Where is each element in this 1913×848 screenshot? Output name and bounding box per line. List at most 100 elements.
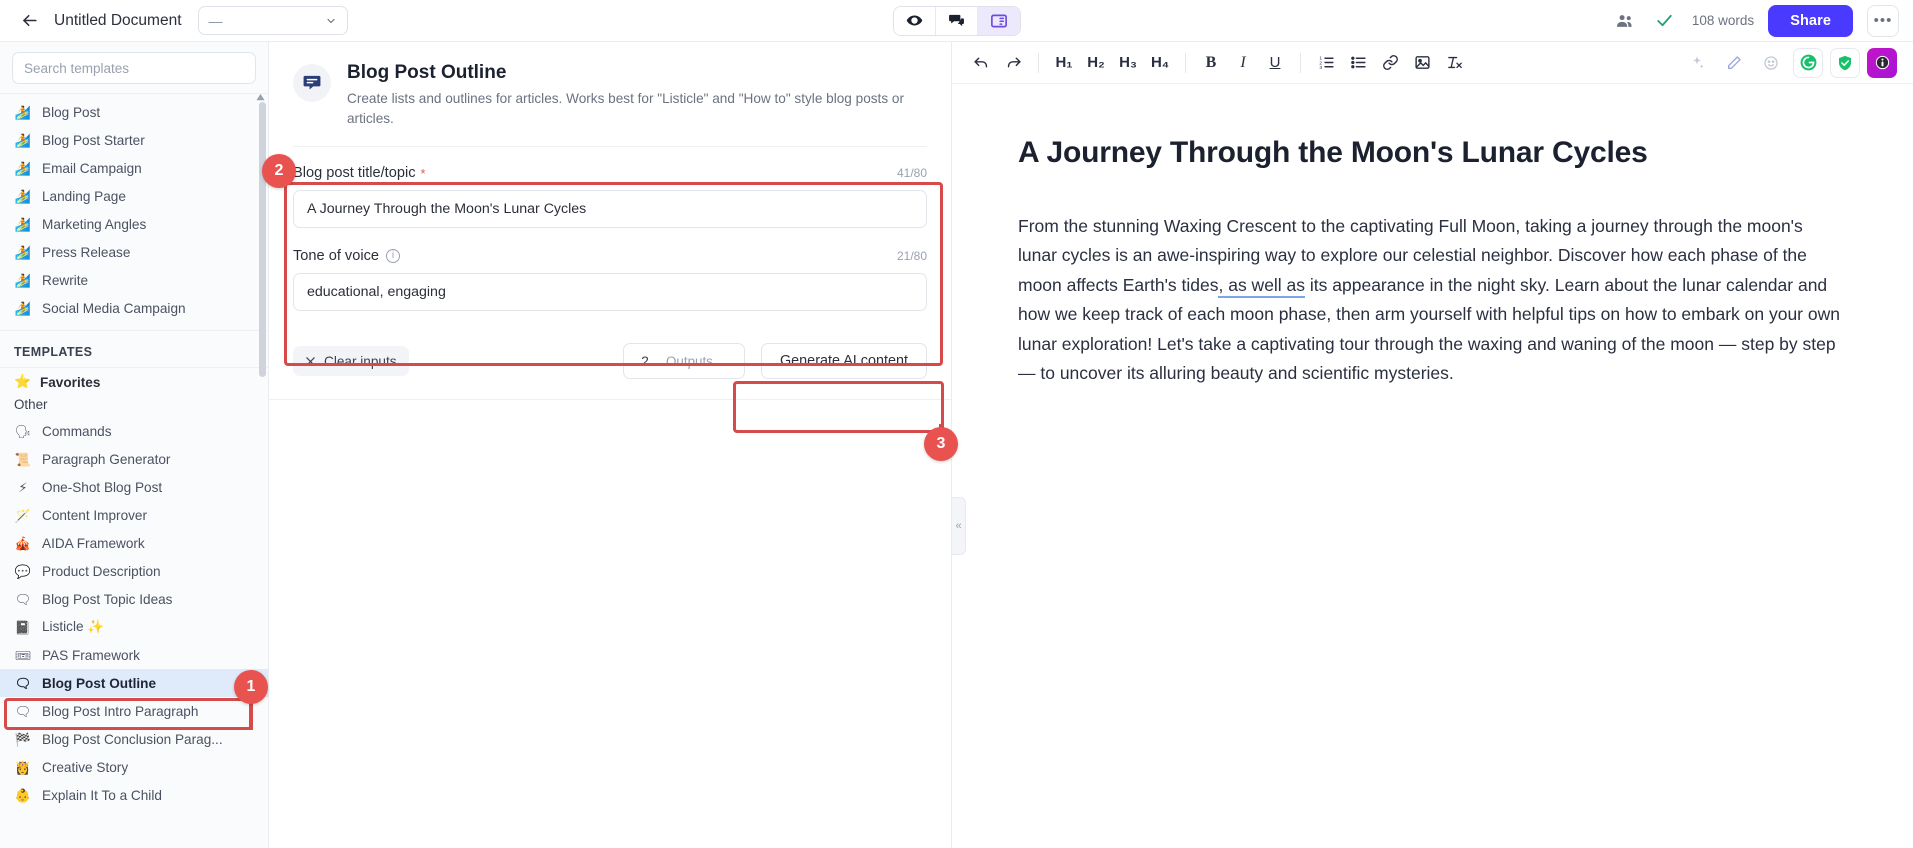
surfer-icon: 🏄 — [14, 272, 32, 288]
clear-format-icon[interactable] — [1439, 49, 1469, 77]
sidebar-item-email-campaign[interactable]: 🏄 Email Campaign — [0, 154, 268, 182]
form-actions: Clear inputs 2 Outputs Generate AI conte… — [269, 331, 951, 397]
view-mode-toggle[interactable] — [892, 5, 1021, 36]
sidebar-item-commands[interactable]: 🗣 Commands — [0, 417, 268, 445]
sidebar-item-blog-post-conclusion-paragraph[interactable]: 🏁 Blog Post Conclusion Parag... — [0, 725, 268, 753]
sidebar-item-pas-framework[interactable]: 🎟 PAS Framework — [0, 641, 268, 669]
toolbar-divider — [1300, 52, 1301, 73]
heading-4-button[interactable]: H₄ — [1145, 49, 1175, 77]
sidebar-item-label: Blog Post — [42, 104, 101, 120]
underline-button[interactable]: U — [1260, 49, 1290, 77]
bold-button[interactable]: B — [1196, 49, 1226, 77]
sidebar-item-paragraph-generator[interactable]: 📜 Paragraph Generator — [0, 445, 268, 473]
info-badge-icon[interactable] — [1867, 47, 1897, 78]
collaborators-icon[interactable] — [1612, 8, 1638, 34]
sidebar-item-blog-post-starter[interactable]: 🏄 Blog Post Starter — [0, 126, 268, 154]
templates-section-title: TEMPLATES — [0, 330, 268, 367]
field-label-row: Blog post title/topic * 41/80 — [293, 165, 927, 181]
favorites-list: 🏄 Blog Post 🏄 Blog Post Starter 🏄 Email … — [0, 94, 268, 322]
sidebar-item-product-description[interactable]: 💬 Product Description — [0, 557, 268, 585]
info-icon[interactable]: i — [386, 249, 400, 264]
document-paragraph[interactable]: From the stunning Waxing Crescent to the… — [1018, 212, 1843, 388]
sidebar-item-blog-post-topic-ideas[interactable]: 🗨 Blog Post Topic Ideas — [0, 585, 268, 613]
sidebar-item-label: Product Description — [42, 563, 161, 579]
heading-2-button[interactable]: H₂ — [1081, 49, 1111, 77]
preview-view-button[interactable] — [893, 6, 936, 35]
italic-button[interactable]: I — [1228, 49, 1258, 77]
document-heading[interactable]: A Journey Through the Moon's Lunar Cycle… — [1018, 136, 1843, 170]
share-button[interactable]: Share — [1768, 4, 1853, 37]
blog-post-title-input[interactable] — [293, 190, 927, 229]
sidebar-item-content-improver[interactable]: 🪄 Content Improver — [0, 501, 268, 529]
template-header: Blog Post Outline Create lists and outli… — [269, 42, 951, 146]
toolbar-divider — [1185, 52, 1186, 73]
pen-icon[interactable] — [1719, 49, 1749, 77]
other-templates-list: 🗣 Commands 📜 Paragraph Generator ⚡ One-S… — [0, 417, 268, 809]
sparkles-icon[interactable] — [1682, 49, 1712, 77]
sidebar-scrollbar-thumb[interactable] — [256, 94, 266, 377]
outputs-value[interactable]: 2 — [624, 353, 666, 369]
sidebar-item-label: Blog Post Intro Paragraph — [42, 703, 199, 719]
sidebar-item-label: Landing Page — [42, 188, 126, 204]
more-options-button[interactable]: ••• — [1867, 4, 1899, 37]
sidebar-item-blog-post-outline[interactable]: 🗨 Blog Post Outline — [0, 669, 268, 697]
sidebar-item-label: Blog Post Outline — [42, 675, 157, 691]
back-arrow-icon[interactable] — [16, 8, 42, 34]
sidebar-item-social-media-campaign[interactable]: 🏄 Social Media Campaign — [0, 294, 268, 322]
grammarly-icon[interactable] — [1793, 47, 1823, 78]
heading-1-button[interactable]: H₁ — [1049, 49, 1079, 77]
sidebar-item-label: PAS Framework — [42, 647, 140, 663]
editor-toolbar: H₁ H₂ H₃ H₄ B I U 123 — [952, 42, 1913, 84]
sidebar-item-one-shot-blog-post[interactable]: ⚡ One-Shot Blog Post — [0, 473, 268, 501]
template-input-fields: Blog post title/topic * 41/80 Tone of vo… — [269, 147, 951, 331]
chevron-down-icon — [325, 15, 337, 27]
annotation-badge-3: 3 — [924, 427, 958, 461]
ordered-list-icon[interactable]: 123 — [1311, 49, 1341, 77]
undo-icon[interactable] — [966, 49, 996, 77]
sidebar-item-label: Listicle ✨ — [42, 619, 105, 634]
sidebar-item-creative-story[interactable]: 👸 Creative Story — [0, 753, 268, 781]
sidebar-item-blog-post[interactable]: 🏄 Blog Post — [0, 98, 268, 126]
sidebar-item-blog-post-intro-paragraph[interactable]: 🗨 Blog Post Intro Paragraph — [0, 697, 268, 725]
sidebar-item-listicle[interactable]: 📓 Listicle ✨ — [0, 613, 268, 641]
favorites-label: Favorites — [39, 374, 101, 390]
sidebar-item-marketing-angles[interactable]: 🏄 Marketing Angles — [0, 210, 268, 238]
shield-check-icon[interactable] — [1830, 47, 1860, 78]
collapse-panel-handle[interactable]: « — [952, 497, 966, 555]
sidebar-item-explain-it-to-a-child[interactable]: 👶 Explain It To a Child — [0, 781, 268, 809]
sidebar-item-aida-framework[interactable]: 🎪 AIDA Framework — [0, 529, 268, 557]
editor-content-area[interactable]: A Journey Through the Moon's Lunar Cycle… — [952, 84, 1913, 848]
tone-of-voice-input[interactable] — [293, 273, 927, 312]
sidebar-item-rewrite[interactable]: 🏄 Rewrite — [0, 266, 268, 294]
split-view-button[interactable] — [977, 6, 1020, 35]
outputs-stepper[interactable]: 2 Outputs — [622, 343, 745, 380]
grammar-suggestion-text[interactable]: , as well as — [1218, 274, 1306, 298]
close-icon — [305, 356, 316, 367]
image-icon[interactable] — [1407, 49, 1437, 77]
template-form-panel: Blog Post Outline Create lists and outli… — [269, 42, 952, 848]
field-blog-post-title: Blog post title/topic * 41/80 — [293, 165, 927, 229]
sidebar-item-favorites[interactable]: ⭐ Favorites — [0, 367, 268, 394]
surfer-icon: 🏄 — [14, 244, 32, 260]
sidebar-item-press-release[interactable]: 🏄 Press Release — [0, 238, 268, 266]
heading-3-button[interactable]: H₃ — [1113, 49, 1143, 77]
comments-view-button[interactable] — [935, 6, 978, 35]
redo-icon[interactable] — [998, 49, 1028, 77]
generate-ai-content-button[interactable]: Generate AI content — [760, 343, 927, 380]
emoji-icon[interactable] — [1756, 49, 1786, 77]
search-input[interactable] — [12, 52, 256, 84]
clear-inputs-button[interactable]: Clear inputs — [293, 346, 409, 377]
toolbar-divider — [1038, 52, 1039, 73]
speech-bubble-icon: 🗨 — [14, 675, 32, 691]
bullet-list-icon[interactable] — [1343, 49, 1373, 77]
document-title[interactable]: Untitled Document — [54, 12, 182, 30]
sidebar-item-label: Creative Story — [42, 759, 129, 775]
sidebar-item-landing-page[interactable]: 🏄 Landing Page — [0, 182, 268, 210]
folder-select-value: — — [208, 12, 224, 29]
annotation-badge-1: 1 — [234, 670, 268, 704]
svg-text:3: 3 — [1319, 65, 1322, 71]
circus-tent-icon: 🎪 — [14, 535, 32, 551]
link-icon[interactable] — [1375, 49, 1405, 77]
folder-select[interactable]: — — [197, 6, 348, 35]
scroll-up-arrow-icon[interactable] — [256, 94, 265, 102]
